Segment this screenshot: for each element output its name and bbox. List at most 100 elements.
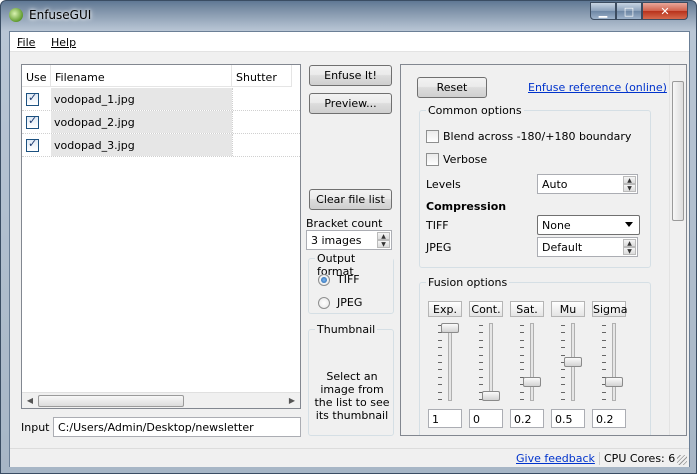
slider-tick <box>438 339 442 341</box>
slider-value-field[interactable]: 0.5 <box>551 409 585 428</box>
jpeg-compression-label: JPEG <box>426 241 452 254</box>
slider-value-field[interactable]: 0.2 <box>510 409 544 428</box>
slider-tick <box>438 384 442 386</box>
enfuse-reference-link[interactable]: Enfuse reference (online) <box>528 81 667 94</box>
column-header-filename[interactable]: Filename <box>51 65 232 87</box>
slider-track[interactable] <box>448 323 452 401</box>
spin-up-icon[interactable]: ▲ <box>623 239 636 247</box>
slider-value-field[interactable]: 1 <box>428 409 462 428</box>
resize-grip-icon[interactable] <box>677 455 687 465</box>
reset-button[interactable]: Reset <box>417 77 487 98</box>
jpeg-quality-spinner[interactable]: Default ▲ ▼ <box>537 237 638 257</box>
preview-button[interactable]: Preview... <box>309 93 392 114</box>
app-icon <box>9 8 23 22</box>
levels-value: Auto <box>542 178 568 191</box>
slider-tick <box>438 362 442 363</box>
slider-tick <box>561 369 565 371</box>
common-options-title: Common options <box>426 104 524 117</box>
slider-tick <box>602 325 606 326</box>
vertical-scrollbar[interactable] <box>669 65 686 435</box>
slider-value-field[interactable]: 0 <box>469 409 503 428</box>
slider-tick <box>520 339 524 341</box>
slider-value-field[interactable]: 0.2 <box>592 409 626 428</box>
spin-up-icon[interactable]: ▲ <box>377 232 390 240</box>
tiff-compression-select[interactable]: None <box>537 215 640 235</box>
minimize-button[interactable]: ▁ <box>590 2 616 20</box>
slider-tick <box>561 384 565 386</box>
common-options-group: Common options Blend across -180/+180 bo… <box>419 104 651 268</box>
slider-tick <box>438 391 442 393</box>
use-checkbox[interactable] <box>26 91 39 106</box>
slider-tick <box>561 354 565 356</box>
compression-heading: Compression <box>426 200 507 213</box>
slider-tick <box>438 376 442 378</box>
client-area: File Help Use Filename Shutter vodopad_1… <box>9 31 690 467</box>
column-header-shutter[interactable]: Shutter <box>232 65 292 87</box>
close-button[interactable]: ✕ <box>642 2 688 20</box>
slider-tick <box>602 347 606 349</box>
fusion-options-group: Fusion options Exp. 1 Cont. 0 Sat. 0.2 Mu 0.5 Si… <box>419 276 651 435</box>
scrollbar-thumb[interactable] <box>672 81 684 221</box>
maximize-icon: □ <box>623 4 635 18</box>
input-path-field[interactable]: C:/Users/Admin/Desktop/newsletter <box>53 417 301 437</box>
menu-help[interactable]: Help <box>51 36 76 49</box>
shutter-cell <box>232 111 292 133</box>
slider-thumb[interactable] <box>605 377 623 388</box>
slider-tick <box>479 376 483 378</box>
slider-track[interactable] <box>489 323 493 401</box>
scroll-right-icon[interactable]: ▶ <box>286 395 298 407</box>
slider-thumb[interactable] <box>441 323 459 333</box>
jpeg-radio[interactable] <box>318 297 330 309</box>
slider-tick <box>602 391 606 393</box>
blend-checkbox[interactable] <box>426 130 439 143</box>
slider-tick <box>479 384 483 386</box>
levels-spinner[interactable]: Auto ▲ ▼ <box>537 174 638 194</box>
slider-track[interactable] <box>530 323 534 401</box>
table-row[interactable]: vodopad_2.jpg <box>22 111 300 134</box>
scrollbar-thumb[interactable] <box>38 395 184 407</box>
output-format-group: Output format TIFF JPEG <box>308 252 394 314</box>
slider-tick <box>561 391 565 393</box>
spin-down-icon[interactable]: ▼ <box>377 240 390 248</box>
blend-label: Blend across -180/+180 boundary <box>443 130 632 143</box>
slider-tick <box>520 332 524 334</box>
spin-up-icon[interactable]: ▲ <box>623 176 636 184</box>
file-table[interactable]: Use Filename Shutter vodopad_1.jpg vodop… <box>21 64 301 409</box>
filename-cell: vodopad_3.jpg <box>51 134 232 156</box>
scroll-left-icon[interactable]: ◀ <box>24 395 36 407</box>
horizontal-scrollbar[interactable]: ◀ ▶ <box>22 392 300 408</box>
maximize-button[interactable]: □ <box>616 2 642 20</box>
slider-tick <box>561 332 565 334</box>
tiff-radio[interactable] <box>318 274 330 286</box>
clear-file-list-button[interactable]: Clear file list <box>309 189 392 210</box>
slider-track[interactable] <box>612 323 616 401</box>
table-row[interactable]: vodopad_3.jpg <box>22 134 300 157</box>
slider-tick <box>438 354 442 356</box>
slider-tick <box>479 354 483 356</box>
slider-thumb[interactable] <box>482 391 500 401</box>
menu-bar: File Help <box>10 32 689 52</box>
slider-thumb[interactable] <box>564 357 582 367</box>
slider-tick <box>479 369 483 371</box>
table-row[interactable]: vodopad_1.jpg <box>22 88 300 111</box>
menu-help-label: Help <box>51 36 77 49</box>
slider-label: Mu <box>551 301 585 317</box>
slider-tick <box>561 325 565 326</box>
menu-file-label: File <box>17 36 36 49</box>
verbose-checkbox[interactable] <box>426 153 439 166</box>
column-header-use[interactable]: Use <box>22 65 51 87</box>
cpu-cores-label: CPU Cores: 6 <box>599 452 675 465</box>
shutter-cell <box>232 88 292 110</box>
menu-file[interactable]: File <box>17 36 35 49</box>
give-feedback-link[interactable]: Give feedback <box>516 452 595 465</box>
spin-down-icon[interactable]: ▼ <box>623 247 636 255</box>
enfuse-button[interactable]: Enfuse It! <box>309 65 392 86</box>
spin-down-icon[interactable]: ▼ <box>623 184 636 192</box>
jpeg-quality-value: Default <box>542 241 583 254</box>
title-bar[interactable]: EnfuseGUI ▁ □ ✕ <box>1 1 697 31</box>
use-checkbox[interactable] <box>26 114 39 129</box>
bracket-count-spinner[interactable]: 3 images ▲ ▼ <box>306 230 392 250</box>
status-bar: Give feedback CPU Cores: 6 <box>10 448 689 467</box>
slider-thumb[interactable] <box>523 377 541 388</box>
use-checkbox[interactable] <box>26 137 39 152</box>
